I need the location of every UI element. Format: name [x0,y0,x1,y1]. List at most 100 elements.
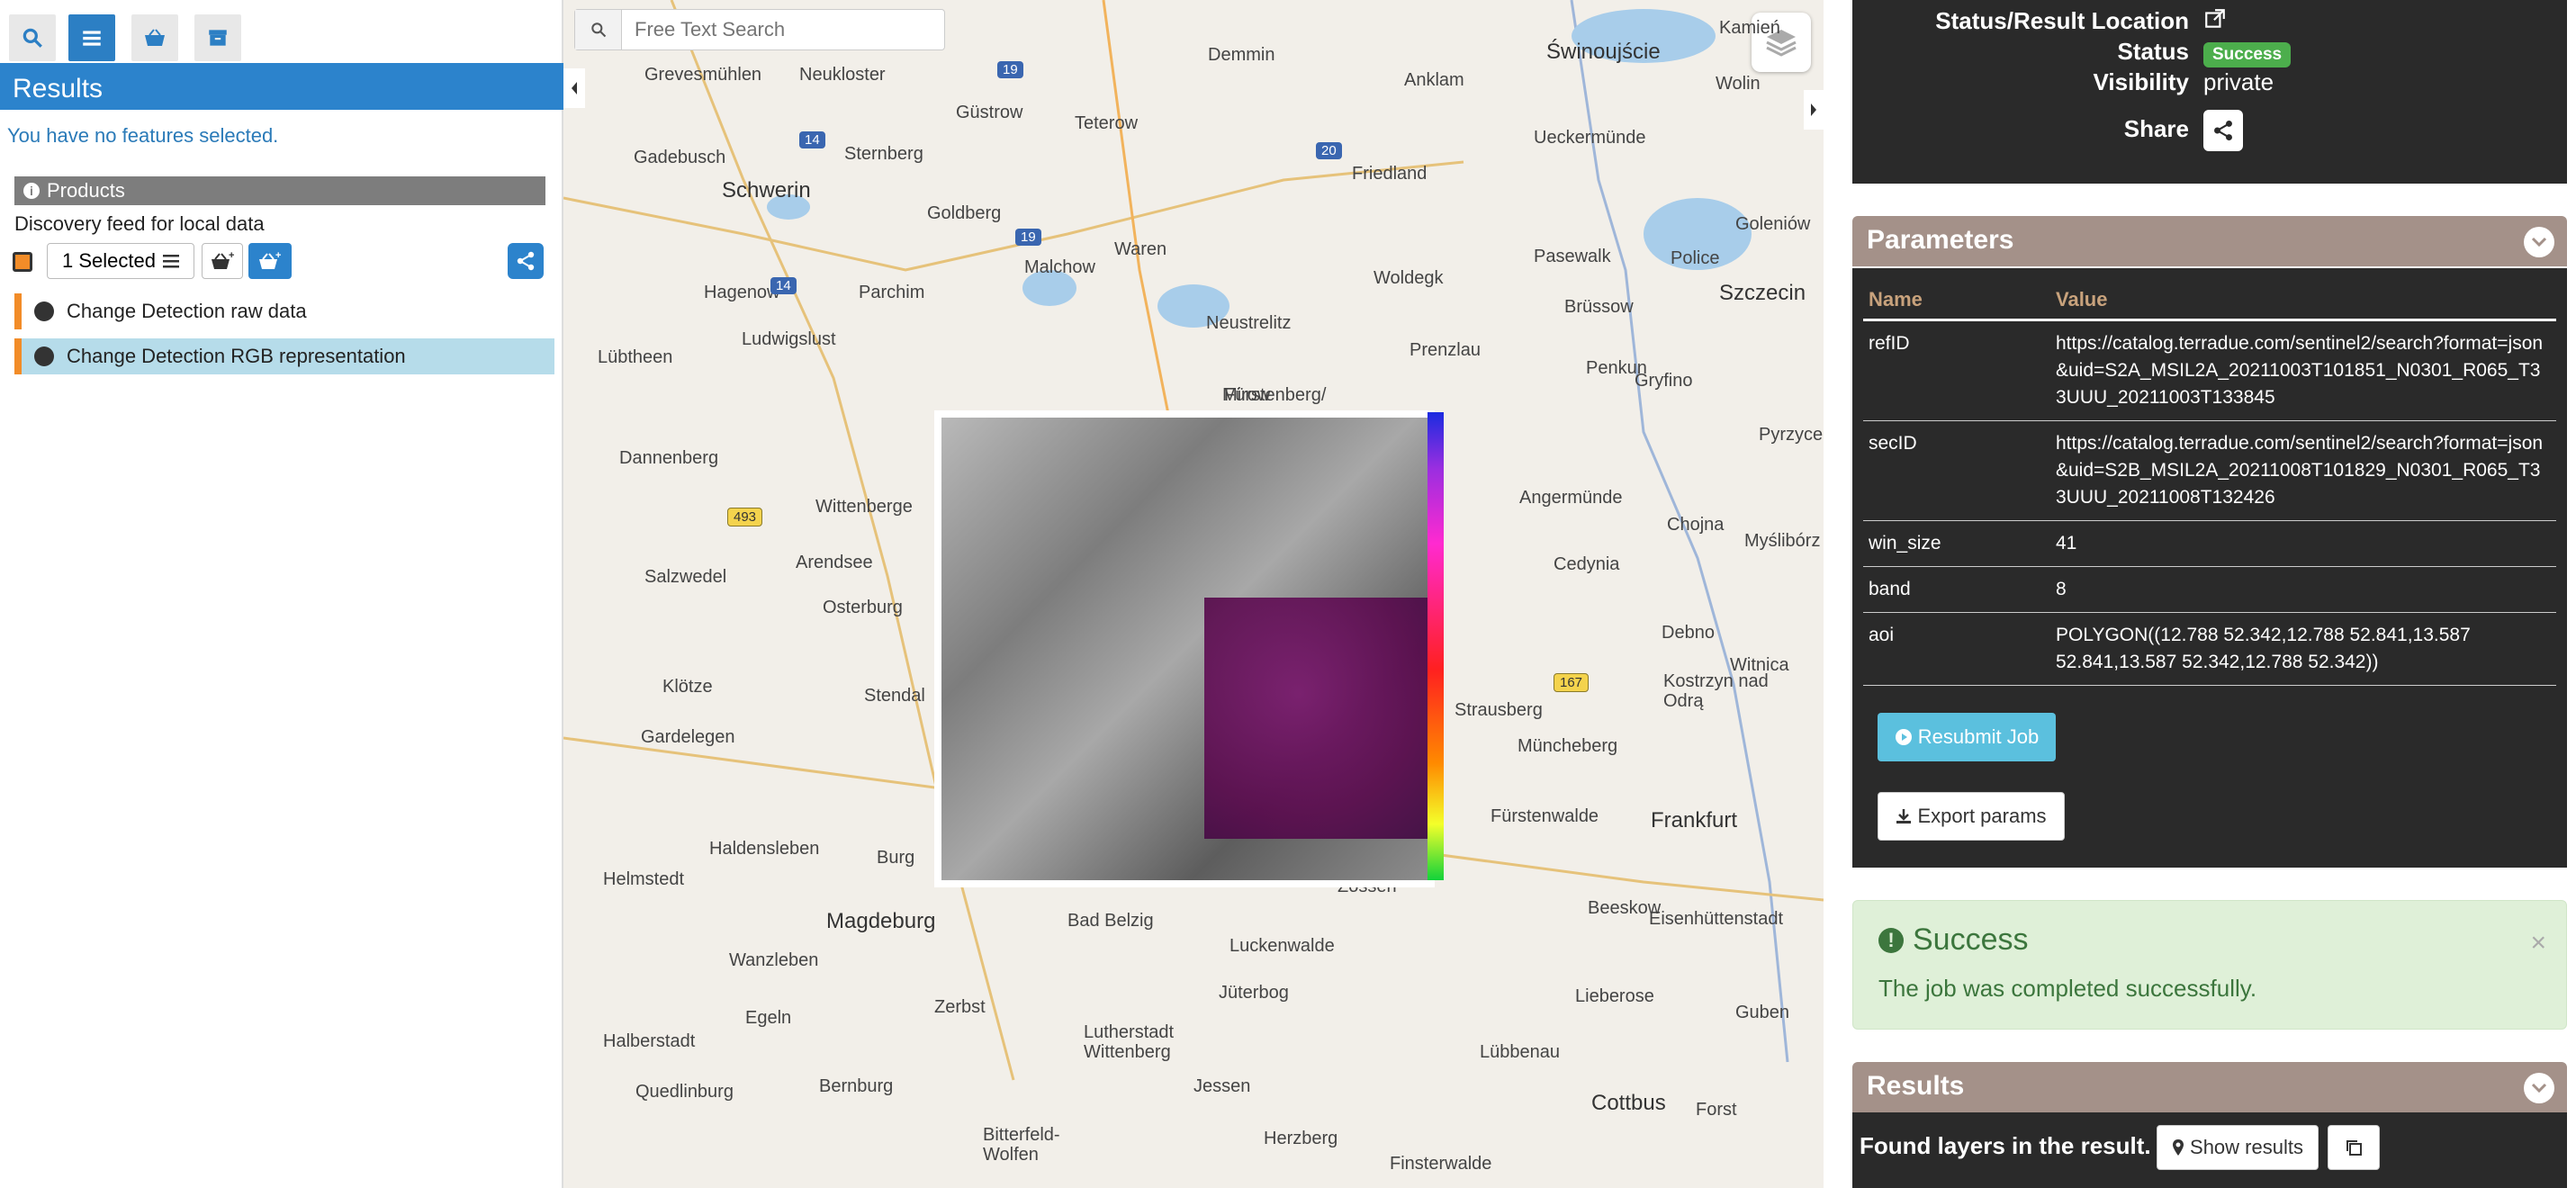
param-name: secID [1863,420,2050,521]
map-place-label: Angermünde [1519,488,1623,508]
map-place-label: Wolin [1716,74,1761,94]
collapse-right-button[interactable] [1804,90,1824,130]
tab-search[interactable] [9,14,56,61]
chevron-down-icon[interactable] [2524,1073,2554,1103]
map-place-label: Gadebusch [634,148,726,167]
map-place-label: Pyrzyce [1759,425,1824,445]
param-value: POLYGON((12.788 52.342,12.788 52.841,13.… [2050,612,2556,686]
map-view[interactable]: Grevesmühlen Neukloster Demmin Anklam Św… [563,0,1824,1188]
copy-icon [2346,1140,2362,1156]
success-alert: ! Success The job was completed successf… [1852,900,2567,1030]
map-place-label: Bernburg [819,1076,894,1096]
selected-dropdown-button[interactable]: 1 Selected [47,243,194,279]
map-place-label: Finsterwalde [1390,1154,1492,1174]
map-place-label: Świnoujście [1546,40,1661,64]
share-button[interactable] [2203,110,2243,151]
map-place-label: Schwerin [722,178,811,202]
map-place-label: Cedynia [1554,554,1620,574]
map-place-label: Güstrow [956,103,1023,122]
resubmit-job-button[interactable]: Resubmit Job [1878,713,2056,761]
map-place-label: Wittenberge [815,497,913,517]
parameters-panel: Name Value refID https://catalog.terradu… [1852,268,2567,868]
map-place-label: Egeln [745,1008,792,1028]
external-link-icon[interactable] [2203,7,2227,37]
parameters-table: Name Value refID https://catalog.terradu… [1863,283,2556,686]
play-circle-icon [1895,729,1912,745]
road-marker: 19 [997,61,1023,78]
param-value: https://catalog.terradue.com/sentinel2/s… [2050,320,2556,421]
map-place-label: Grevesmühlen [644,65,762,85]
table-header-row: Name Value [1863,283,2556,321]
road-marker: 493 [727,508,763,526]
param-name: band [1863,566,2050,613]
parameters-header[interactable]: Parameters [1852,216,2567,266]
map-place-label: Dannenberg [619,448,719,468]
map-search-box [574,9,945,50]
map-search-input[interactable] [622,18,928,41]
list-item[interactable]: Change Detection RGB representation [14,338,554,374]
info-icon: i [23,183,40,199]
chevron-right-icon [1811,104,1816,116]
map-place-label: Szczecin [1719,281,1806,305]
map-place-label: Haldensleben [709,839,820,859]
map-place-label: Müncheberg [1518,736,1618,756]
search-icon [23,28,42,48]
close-icon[interactable]: × [2530,928,2546,958]
map-place-label: Helmstedt [603,869,685,889]
tab-list[interactable] [68,14,115,61]
select-all-checkbox[interactable] [13,252,32,272]
list-item[interactable]: Change Detection raw data [14,293,554,329]
add-to-basket-button[interactable]: + [202,243,243,279]
map-place-label: Waren [1114,239,1167,259]
share-icon [517,251,535,271]
left-panel: Results You have no features selected. i… [0,0,563,1188]
collapse-left-button[interactable] [563,68,585,108]
share-products-button[interactable] [508,243,544,279]
job-summary: Status/Result Location Status Success Vi… [1852,0,2567,184]
map-place-label: Kostrzyn nad Odrą [1663,671,1769,711]
no-features-message: You have no features selected. [7,124,279,147]
road-marker: 19 [1015,229,1041,246]
param-name: aoi [1863,612,2050,686]
results-header[interactable]: Results [1852,1062,2567,1112]
map-place-label: Kamień [1719,18,1780,38]
show-results-button[interactable]: Show results [2157,1125,2319,1170]
map-place-label: Salzwedel [644,567,727,587]
map-place-label: Frankfurt [1651,808,1738,832]
right-panel: Status/Result Location Status Success Vi… [1824,0,2576,1188]
map-place-label: Stendal [864,686,925,706]
map-place-label: Demmin [1208,45,1275,65]
exclamation-icon: ! [1878,927,1904,953]
visibility-value: private [2203,68,2274,95]
status-label: Status [2117,38,2189,65]
parameters-title: Parameters [1867,225,2014,255]
svg-text:+: + [229,250,234,261]
add-all-to-basket-button[interactable]: + [248,243,292,279]
copy-button[interactable] [2328,1125,2380,1170]
selected-label: 1 Selected [62,249,156,272]
tab-archive[interactable] [194,14,241,61]
map-place-label: Ueckermünde [1534,128,1646,148]
road-marker: 20 [1316,142,1342,159]
tab-basket[interactable] [131,14,178,61]
map-place-label: Gryfino [1635,371,1693,391]
visibility-label: Visibility [2093,68,2189,95]
map-place-label: Teterow [1075,113,1139,133]
map-place-label: Quedlinburg [635,1082,734,1102]
map-place-label: Hagenow [704,283,780,302]
export-params-button[interactable]: Export params [1878,792,2065,841]
map-place-label: Wanzleben [729,950,819,970]
basket-icon [145,29,165,46]
search-icon[interactable] [575,10,622,50]
map-place-label: Fürstenberg/ [1224,385,1327,405]
road-marker: 14 [770,277,797,294]
map-place-label: Police [1671,248,1720,268]
param-name: refID [1863,320,2050,421]
products-header[interactable]: i Products [14,176,545,205]
success-message: The job was completed successfully. [1878,975,2257,1002]
map-place-label: Osterburg [823,598,903,617]
map-place-label: Arendsee [796,553,873,572]
map-place-label: Guben [1735,1003,1790,1022]
map-place-label: Malchow [1024,257,1095,277]
chevron-down-icon[interactable] [2524,227,2554,257]
